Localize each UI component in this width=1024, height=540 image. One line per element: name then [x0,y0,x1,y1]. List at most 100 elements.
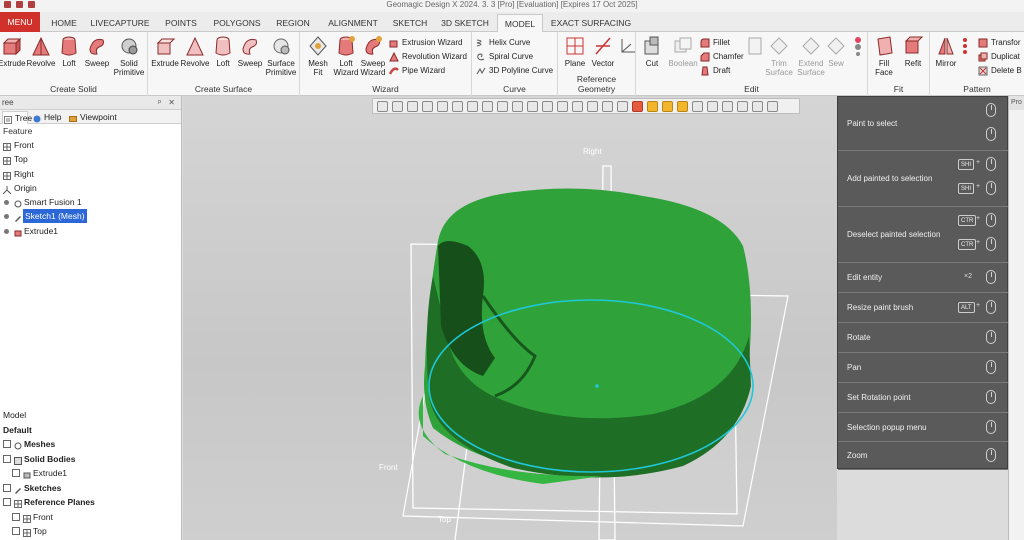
loft-wizard-button[interactable]: Loft Wizard [332,35,360,77]
solid-loft-button[interactable]: Loft [58,35,80,68]
scene-canvas[interactable]: Right Front Top [183,96,837,540]
sweep-wizard-button[interactable]: Sweep Wizard [359,35,387,77]
front-plane-checkbox[interactable] [12,512,20,521]
sketches-checkbox[interactable] [3,483,11,492]
solid-revolve-button[interactable]: Revolve [26,35,56,68]
select-polyline-icon[interactable] [422,100,433,112]
refit-button[interactable]: Refit [900,35,926,68]
select-box-icon[interactable] [392,100,403,112]
solid-bodies-checkbox[interactable] [3,454,11,463]
coordinate-button[interactable] [618,35,635,59]
duplicate-button[interactable]: Duplicat [978,50,1020,63]
select-all-icon[interactable] [722,100,733,112]
extend-surface-button[interactable]: Extend Surface [794,35,828,77]
mesh-model[interactable] [418,188,751,484]
draft-button[interactable]: Draft [700,64,730,77]
paint-fill-icon[interactable] [647,100,658,112]
select-ellipse-icon[interactable] [602,100,613,112]
extrusion-wizard-button[interactable]: Extrusion Wizard [389,36,462,49]
solid-extrude-button[interactable]: Extrude [0,35,26,68]
3d-polyline-curve-button[interactable]: 3D Polyline Curve [476,64,553,77]
model-extrude1[interactable]: Extrude1 [0,466,182,481]
mesh-fit-button[interactable]: Mesh Fit [304,35,332,77]
surface-extrude-button[interactable]: Extrude [150,35,180,68]
select-through-icon[interactable] [692,100,703,112]
model-reference-planes[interactable]: Reference Planes [0,495,182,510]
tab-points[interactable]: POINTS [156,14,206,32]
panel-close-icon[interactable]: ✕ [168,96,175,110]
select-point-icon[interactable] [512,100,523,112]
tab-livecapture[interactable]: LIVECAPTURE [88,14,152,32]
model-front-plane[interactable]: Front [0,510,182,525]
edit-more-button[interactable] [848,35,866,59]
tree-item-extrude1[interactable]: Extrude1 [0,224,181,238]
tab-menu[interactable]: MENU [0,12,40,32]
view-icon[interactable] [767,100,778,112]
tab-3d-sketch[interactable]: 3D SKETCH [437,14,493,32]
tree-item-origin[interactable]: Origin [0,181,181,195]
tab-tree[interactable]: Tree [2,111,32,124]
plane-button[interactable]: Plane [562,35,588,68]
select-target-icon[interactable] [527,100,538,112]
surface-loft-button[interactable]: Loft [212,35,234,68]
tree-item-right[interactable]: Right [0,167,181,181]
panel-pin-icon[interactable]: ᵖ [158,96,161,110]
select-face-icon[interactable] [467,100,478,112]
tab-sketch[interactable]: SKETCH [389,14,431,32]
vector-button[interactable]: Vector [590,35,616,68]
surface-primitive-button[interactable]: Surface Primitive [264,35,298,77]
select-arc-icon[interactable] [572,100,583,112]
model-sketches[interactable]: Sketches [0,481,182,496]
3d-viewport[interactable]: Right Front Top [183,96,837,540]
tab-polygons[interactable]: POLYGONS [209,14,265,32]
select-visible-icon[interactable] [707,100,718,112]
tab-region[interactable]: REGION [270,14,316,32]
helix-curve-button[interactable]: Helix Curve [476,36,530,49]
filter-icon[interactable] [752,100,763,112]
tree-item-sketch1-mesh[interactable]: Sketch1 (Mesh) [0,209,181,224]
select-lasso-icon[interactable] [437,100,448,112]
select-loop-icon[interactable] [542,100,553,112]
solid-primitive-button[interactable]: Solid Primitive [112,35,146,77]
paint-smart-icon[interactable] [677,100,688,112]
spiral-curve-button[interactable]: Spiral Curve [476,50,533,63]
extrude1-checkbox[interactable] [12,469,20,477]
select-line-icon[interactable] [482,100,493,112]
tab-model[interactable]: MODEL [497,14,543,32]
model-meshes[interactable]: Meshes [0,437,182,452]
chamfer-button[interactable]: Chamfer [700,50,744,63]
revolution-wizard-button[interactable]: Revolution Wizard [389,50,467,63]
cut-button[interactable]: Cut [640,35,664,68]
reference-planes-checkbox[interactable] [3,498,11,506]
visibility-dot[interactable] [4,228,9,234]
surface-sweep-button[interactable]: Sweep [236,35,264,68]
surface-revolve-button[interactable]: Revolve [180,35,210,68]
solid-sweep-button[interactable]: Sweep [84,35,110,68]
fillet-button[interactable]: Fillet [700,36,730,49]
select-circle-icon[interactable] [377,100,388,112]
select-spline-icon[interactable] [587,100,598,112]
boolean-button[interactable]: Boolean [666,35,700,68]
select-curve-icon[interactable] [557,100,568,112]
mirror-button[interactable]: Mirror [932,35,960,68]
tree-item-smart-fusion[interactable]: Smart Fusion 1 [0,195,181,209]
visibility-dot[interactable] [4,214,9,220]
tab-alignment[interactable]: ALIGNMENT [322,14,384,32]
select-grid-icon[interactable] [452,100,463,112]
tree-item-top[interactable]: Top [0,152,181,166]
pattern-dots-button[interactable] [960,35,972,59]
top-plane-checkbox[interactable] [12,527,20,535]
model-default[interactable]: Default [0,423,182,438]
visibility-dot[interactable] [4,200,9,206]
transform-button[interactable]: Transfor [978,36,1021,49]
tab-home[interactable]: HOME [44,14,84,32]
paint-region-icon[interactable] [662,100,673,112]
tab-viewpoint[interactable]: Viewpoint [68,111,124,124]
delete-body-button[interactable]: Delete B [978,64,1022,77]
pipe-wizard-button[interactable]: Pipe Wizard [388,64,445,77]
invert-selection-icon[interactable] [737,100,748,112]
tab-help[interactable]: Help [32,111,64,124]
select-window-icon[interactable] [407,100,418,112]
select-poly-icon[interactable] [617,100,628,112]
tree-item-front[interactable]: Front [0,138,181,152]
